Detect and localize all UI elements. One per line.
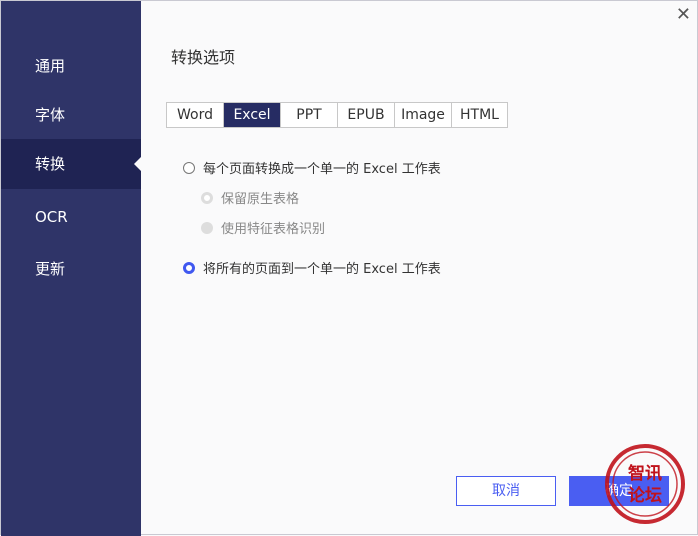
format-tabs: Word Excel PPT EPUB Image HTML bbox=[166, 102, 508, 128]
sidebar-item-ocr[interactable]: OCR bbox=[1, 192, 141, 242]
option-feature-recognition: 使用特征表格识别 bbox=[201, 218, 325, 237]
option-label: 使用特征表格识别 bbox=[221, 222, 326, 237]
radio-button bbox=[201, 191, 213, 204]
sidebar-item-font[interactable]: 字体 bbox=[1, 90, 141, 140]
sidebar: 通用 字体 转换 OCR 更新 bbox=[1, 1, 141, 536]
sidebar-item-convert[interactable]: 转换 bbox=[1, 139, 141, 189]
tab-word[interactable]: Word bbox=[167, 103, 223, 127]
page-title: 转换选项 bbox=[171, 48, 236, 67]
svg-text:智讯: 智讯 bbox=[628, 463, 662, 484]
radio-button[interactable] bbox=[183, 261, 195, 274]
watermark-stamp: 智讯 论坛 bbox=[605, 444, 685, 524]
option-each-page[interactable]: 每个页面转换成一个单一的 Excel 工作表 bbox=[183, 158, 441, 177]
svg-text:论坛: 论坛 bbox=[628, 485, 662, 506]
sidebar-item-label: 转换 bbox=[35, 155, 66, 173]
tab-html[interactable]: HTML bbox=[451, 103, 507, 127]
tab-image[interactable]: Image bbox=[394, 103, 451, 127]
sidebar-item-update[interactable]: 更新 bbox=[1, 244, 141, 294]
option-label: 保留原生表格 bbox=[221, 192, 300, 207]
option-all-pages[interactable]: 将所有的页面到一个单一的 Excel 工作表 bbox=[183, 258, 441, 277]
tab-epub[interactable]: EPUB bbox=[337, 103, 394, 127]
radio-button[interactable] bbox=[183, 161, 195, 174]
tab-excel[interactable]: Excel bbox=[223, 103, 280, 127]
option-label: 将所有的页面到一个单一的 Excel 工作表 bbox=[203, 262, 441, 277]
sidebar-item-general[interactable]: 通用 bbox=[1, 41, 141, 91]
tab-ppt[interactable]: PPT bbox=[280, 103, 337, 127]
option-keep-native: 保留原生表格 bbox=[201, 188, 299, 207]
option-label: 每个页面转换成一个单一的 Excel 工作表 bbox=[203, 162, 441, 177]
close-icon[interactable]: ✕ bbox=[676, 4, 691, 25]
radio-button bbox=[201, 221, 213, 234]
cancel-button[interactable]: 取消 bbox=[456, 476, 556, 506]
